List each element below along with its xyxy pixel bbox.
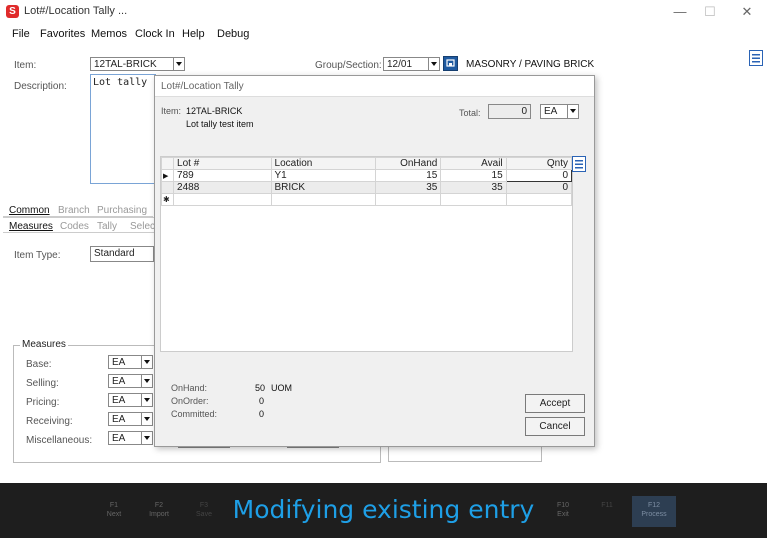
location-cell[interactable]: Y1	[270, 169, 377, 182]
grid-options-icon[interactable]	[572, 156, 586, 172]
tab-common[interactable]: Common	[9, 205, 50, 216]
location-cell[interactable]: BRICK	[270, 181, 377, 194]
description-textarea[interactable]: Lot tally	[90, 74, 156, 184]
menu-debug[interactable]: Debug	[217, 28, 249, 40]
new-row-icon: ✱	[160, 193, 175, 206]
base-label: Base:	[26, 359, 52, 370]
menu-clock-in[interactable]: Clock In	[135, 28, 175, 40]
description-label: Description:	[14, 81, 67, 92]
close-button[interactable]: ✕	[737, 4, 757, 20]
new-row[interactable]: ✱	[160, 193, 573, 206]
group-name: MASONRY / PAVING BRICK	[466, 59, 595, 70]
committed-label: Committed:	[171, 409, 218, 419]
accept-button[interactable]: Accept	[525, 394, 585, 413]
tab-branch[interactable]: Branch	[58, 205, 90, 216]
menu-file[interactable]: File	[12, 28, 30, 40]
dialog-item-description: Lot tally test item	[186, 119, 254, 129]
item-input[interactable]: 12TAL-BRICK	[90, 57, 174, 71]
col-avail[interactable]: Avail	[440, 157, 507, 170]
tab-codes[interactable]: Codes	[60, 221, 89, 232]
tally-grid: Lot # Location OnHand Avail Qnty ▶ 789 Y…	[160, 157, 573, 206]
selling-dropdown-button[interactable]	[141, 374, 153, 388]
dialog-item-label: Item:	[161, 106, 182, 116]
window-title: Lot#/Location Tally ...	[24, 5, 128, 17]
minimize-button[interactable]: —	[670, 4, 690, 20]
group-section-input[interactable]: 12/01	[383, 57, 429, 71]
item-type-label: Item Type:	[14, 250, 61, 261]
lot-tally-dialog: Lot#/Location Tally Item: 12TAL-BRICK Lo…	[154, 75, 595, 447]
miscellaneous-select[interactable]: EA	[108, 431, 142, 445]
avail-cell: 35	[440, 181, 507, 194]
committed-value: 0	[259, 409, 265, 419]
total-value: 0	[488, 104, 531, 119]
base-select[interactable]: EA	[108, 355, 142, 369]
onorder-value: 0	[259, 396, 265, 406]
selling-label: Selling:	[26, 378, 59, 389]
selling-select[interactable]: EA	[108, 374, 142, 388]
item-label: Item:	[14, 60, 37, 71]
measures-group-title: Measures	[20, 339, 68, 350]
avail-cell: 15	[440, 169, 507, 182]
options-menu-icon[interactable]	[749, 50, 763, 66]
menu-favorites[interactable]: Favorites	[40, 28, 85, 40]
miscellaneous-label: Miscellaneous:	[26, 435, 93, 446]
table-row[interactable]: 2488 BRICK 35 35 0	[160, 181, 573, 194]
app-logo-icon: S	[6, 5, 19, 18]
receiving-label: Receiving:	[26, 416, 73, 427]
onhand-cell: 35	[375, 181, 442, 194]
total-uom-dropdown-button[interactable]	[567, 104, 579, 119]
caption-overlay: Modifying existing entry	[232, 495, 535, 524]
group-section-dropdown-button[interactable]	[428, 57, 440, 71]
receiving-dropdown-button[interactable]	[141, 412, 153, 426]
lookup-icon[interactable]	[443, 56, 458, 71]
pricing-select[interactable]: EA	[108, 393, 142, 407]
menu-help[interactable]: Help	[182, 28, 205, 40]
tab-purchasing[interactable]: Purchasing	[97, 205, 147, 216]
item-dropdown-button[interactable]	[173, 57, 185, 71]
onhand-value: 50	[255, 383, 266, 393]
tab-tally[interactable]: Tally	[97, 221, 117, 232]
lot-cell[interactable]: 2488	[173, 181, 272, 194]
row-pointer-icon: ▶	[160, 169, 175, 182]
receiving-select[interactable]: EA	[108, 412, 142, 426]
onhand-uom: UOM	[271, 383, 292, 393]
onhand-cell: 15	[375, 169, 442, 182]
col-onhand[interactable]: OnHand	[375, 157, 442, 170]
total-uom-select[interactable]: EA	[540, 104, 568, 119]
qnty-input[interactable]: 0	[505, 169, 573, 182]
col-location[interactable]: Location	[270, 157, 377, 170]
menu-memos[interactable]: Memos	[91, 28, 127, 40]
dialog-title: Lot#/Location Tally	[161, 81, 244, 92]
qnty-cell[interactable]: 0	[505, 181, 573, 194]
base-dropdown-button[interactable]	[141, 355, 153, 369]
item-type-select[interactable]: Standard	[90, 246, 154, 262]
total-label: Total:	[459, 108, 481, 118]
dialog-item-code: 12TAL-BRICK	[186, 106, 243, 116]
cancel-button[interactable]: Cancel	[525, 417, 585, 436]
onorder-label: OnOrder:	[171, 396, 209, 406]
tally-grid-area: Lot # Location OnHand Avail Qnty ▶ 789 Y…	[160, 156, 573, 352]
col-qnty[interactable]: Qnty	[505, 157, 573, 170]
secondary-group	[388, 445, 542, 462]
miscellaneous-dropdown-button[interactable]	[141, 431, 153, 445]
table-row[interactable]: ▶ 789 Y1 15 15 0	[160, 169, 573, 182]
pricing-label: Pricing:	[26, 397, 60, 408]
lot-cell[interactable]: 789	[173, 169, 272, 182]
pricing-dropdown-button[interactable]	[141, 393, 153, 407]
maximize-button[interactable]: ☐	[700, 4, 720, 20]
col-lot[interactable]: Lot #	[173, 157, 272, 170]
onhand-label: OnHand:	[171, 383, 208, 393]
tab-measures[interactable]: Measures	[9, 221, 53, 232]
group-section-label: Group/Section:	[315, 60, 382, 71]
